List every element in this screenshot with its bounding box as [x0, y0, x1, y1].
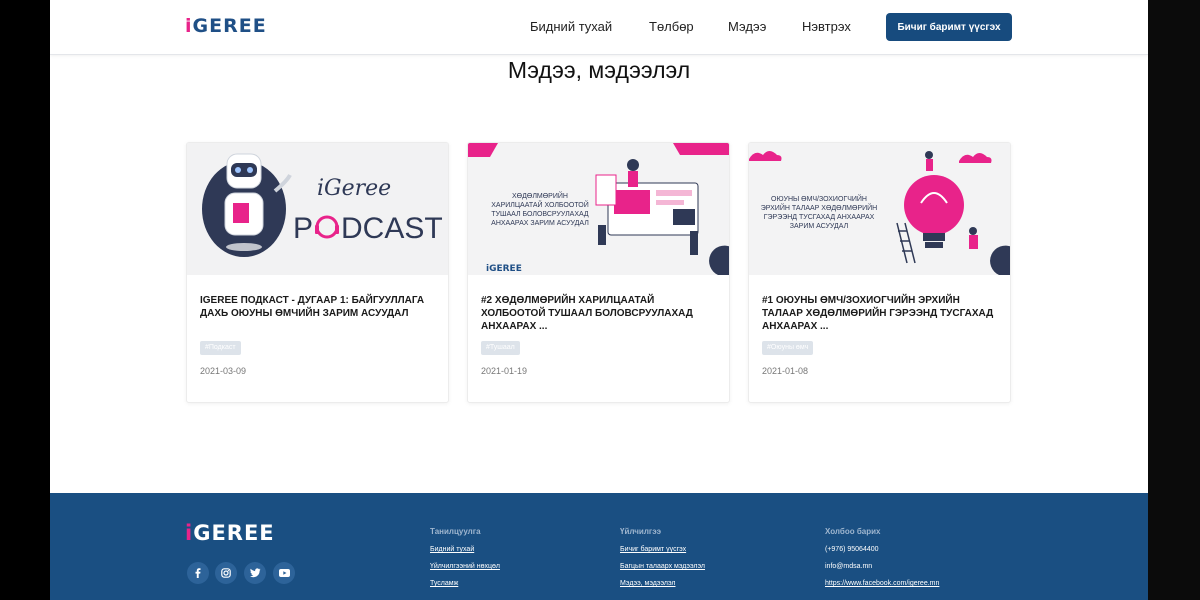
image-caption-line: ХАРИЛЦААТАЙ ХОЛБООТОЙ — [491, 200, 589, 209]
news-card-podcast[interactable]: iGeree P DCAST IGEREE ПОДКАСТ - ДУГААР 1… — [186, 142, 449, 403]
footer-phone: (+976) 95064400 — [825, 546, 879, 553]
podcast-illustration: iGeree P DCAST — [187, 143, 448, 275]
logo-text: GEREE — [193, 521, 275, 545]
logo-i: i — [185, 15, 193, 37]
create-document-button[interactable]: Бичиг баримт үүсгэх — [886, 13, 1012, 41]
card-image: ХӨДӨЛМӨРИЙН ХАРИЛЦААТАЙ ХОЛБООТОЙ ТУШААЛ… — [468, 143, 729, 275]
igeree-logo[interactable]: iGEREE — [185, 15, 267, 37]
footer-email[interactable]: info@mdsa.mn — [825, 563, 872, 570]
card-title: #2 ХӨДӨЛМӨРИЙН ХАРИЛЦААТАЙ ХОЛБООТОЙ ТУШ… — [481, 295, 693, 332]
card-image: ОЮУНЫ ӨМЧ/ЗОХИОГЧИЙН ЭРХИЙН ТАЛААР ХӨДӨЛ… — [749, 143, 1010, 275]
nav-login[interactable]: Нэвтрэх — [802, 19, 851, 34]
site-footer: iGEREE Танилцуулга Бидний тухай Үйлчилгэ… — [50, 493, 1148, 600]
footer-link-terms[interactable]: Үйлчилгээний нөхцөл — [430, 563, 500, 570]
image-caption-line: ГЭРЭЭНД ТУСГАХАД АНХААРАХ — [764, 214, 875, 221]
image-caption-line: АНХААРАХ ЗАРИМ АСУУДАЛ — [491, 220, 589, 227]
twitter-icon[interactable] — [244, 562, 266, 584]
page-title: Мэдээ, мэдээлэл — [507, 57, 691, 83]
card-tag[interactable]: #Подкаст — [200, 341, 241, 355]
ip-illustration: ОЮУНЫ ӨМЧ/ЗОХИОГЧИЙН ЭРХИЙН ТАЛААР ХӨДӨЛ… — [749, 143, 1010, 275]
instagram-icon[interactable] — [215, 562, 237, 584]
podcast-word: DCAST — [341, 212, 443, 245]
nav-about[interactable]: Бидний тухай — [530, 19, 612, 34]
card-title: #1 ОЮУНЫ ӨМЧ/ЗОХИОГЧИЙН ЭРХИЙН ТАЛААР ХӨ… — [762, 295, 994, 332]
image-caption-line: ТУШААЛ БОЛОВСРУУЛАХАД — [491, 211, 589, 218]
footer-link-create-document[interactable]: Бичиг баримт үүсгэх — [620, 546, 686, 553]
footer-heading-contact: Холбоо барих — [825, 527, 881, 536]
card-date: 2021-01-08 — [762, 366, 809, 376]
logo-i: i — [185, 521, 194, 545]
podcast-p-letter: P — [293, 212, 313, 245]
screen-edge — [1148, 0, 1200, 600]
podcast-brand-text: iGeree — [317, 176, 391, 201]
facebook-icon[interactable] — [187, 562, 209, 584]
footer-logo[interactable]: iGEREE — [185, 521, 275, 545]
site-header: iGEREE Бидний тухай Төлбөр Мэдээ Нэвтрэх… — [50, 0, 1148, 55]
image-caption-line: ЗАРИМ АСУУДАЛ — [790, 223, 849, 230]
nav-news[interactable]: Мэдээ — [728, 19, 766, 34]
card-date: 2021-01-19 — [481, 366, 528, 376]
footer-link-about[interactable]: Бидний тухай — [430, 546, 474, 553]
logo-text: GEREE — [192, 15, 267, 37]
card-title: IGEREE ПОДКАСТ - ДУГААР 1: БАЙГУУЛЛАГА Д… — [200, 295, 425, 319]
image-caption-line: ОЮУНЫ ӨМЧ/ЗОХИОГЧИЙН — [771, 194, 867, 203]
footer-facebook-link[interactable]: https://www.facebook.com/igeree.mn — [825, 580, 939, 587]
footer-link-news[interactable]: Мэдээ, мэдээлэл — [620, 580, 676, 587]
card-tag[interactable]: #Оюуны өмч — [762, 341, 814, 355]
card-image: iGeree P DCAST — [187, 143, 448, 275]
image-caption-line: ХӨДӨЛМӨРИЙН — [512, 191, 568, 200]
card-tag[interactable]: #Тушаал — [481, 341, 520, 355]
footer-link-packages[interactable]: Багцын талаарх мэдээлэл — [620, 563, 705, 570]
footer-heading-services: Үйлчилгээ — [620, 527, 662, 536]
footer-link-help[interactable]: Тусламж — [430, 580, 458, 587]
browser-viewport: iGEREE Бидний тухай Төлбөр Мэдээ Нэвтрэх… — [50, 0, 1148, 600]
news-card-order[interactable]: ХӨДӨЛМӨРИЙН ХАРИЛЦААТАЙ ХОЛБООТОЙ ТУШААЛ… — [467, 142, 730, 403]
nav-payment[interactable]: Төлбөр — [649, 19, 694, 34]
card-date: 2021-03-09 — [200, 366, 247, 376]
image-logo: iGEREE — [486, 264, 522, 274]
news-card-ip[interactable]: ОЮУНЫ ӨМЧ/ЗОХИОГЧИЙН ЭРХИЙН ТАЛААР ХӨДӨЛ… — [748, 142, 1011, 403]
order-illustration: ХӨДӨЛМӨРИЙН ХАРИЛЦААТАЙ ХОЛБООТОЙ ТУШААЛ… — [468, 143, 729, 275]
youtube-icon[interactable] — [273, 562, 295, 584]
image-caption-line: ЭРХИЙН ТАЛААР ХӨДӨЛМӨРИЙН — [761, 203, 877, 212]
footer-heading-about: Танилцуулга — [430, 527, 481, 536]
